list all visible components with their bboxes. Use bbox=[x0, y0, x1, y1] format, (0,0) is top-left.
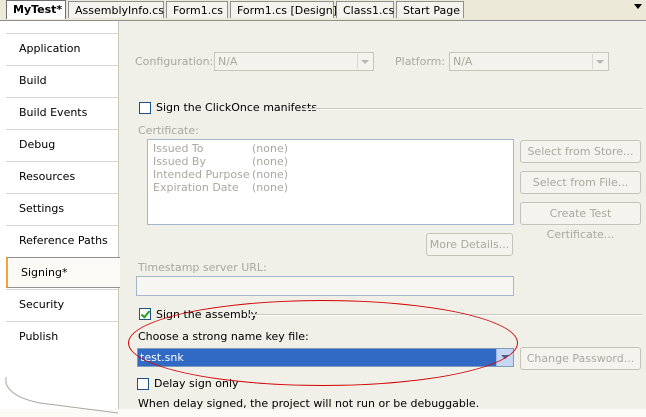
nav-item-settings[interactable]: Settings bbox=[6, 193, 118, 224]
configuration-select[interactable]: N/A bbox=[214, 52, 374, 71]
chevron-down-icon[interactable] bbox=[496, 349, 513, 366]
clickonce-separator bbox=[304, 108, 642, 110]
tab-form1[interactable]: Form1.cs bbox=[166, 1, 228, 18]
key-file-select[interactable]: test.snk bbox=[137, 348, 514, 367]
nav-item-build-events[interactable]: Build Events bbox=[6, 97, 118, 128]
platform-select[interactable]: N/A bbox=[449, 52, 609, 71]
key-file-value: test.snk bbox=[140, 351, 184, 364]
tab-start-page[interactable]: Start Page bbox=[396, 1, 464, 18]
nav-item-signing[interactable]: Signing* bbox=[6, 257, 120, 288]
configuration-label: Configuration: bbox=[135, 55, 214, 68]
clickonce-checkbox[interactable] bbox=[139, 102, 151, 114]
create-test-certificate-button[interactable]: Create Test Certificate... bbox=[520, 202, 641, 241]
chevron-down-icon bbox=[592, 54, 607, 69]
timestamp-label: Timestamp server URL: bbox=[138, 261, 267, 274]
change-password-button[interactable]: Change Password... bbox=[520, 347, 641, 370]
timestamp-url-input[interactable] bbox=[136, 276, 514, 296]
cert-value-intended-purpose: (none) bbox=[252, 168, 289, 181]
tab-class1[interactable]: Class1.cs bbox=[336, 1, 394, 18]
cert-value-expiration-date: (none) bbox=[252, 181, 289, 194]
cert-key-expiration-date: Expiration Date bbox=[153, 181, 239, 194]
nav-item-application[interactable]: Application bbox=[6, 33, 118, 64]
nav-item-build[interactable]: Build bbox=[6, 65, 118, 96]
clickonce-label: Sign the ClickOnce manifests bbox=[156, 101, 318, 114]
cert-value-issued-to: (none) bbox=[252, 142, 289, 155]
nav-bottom-curve bbox=[5, 377, 118, 414]
sign-assembly-separator bbox=[249, 314, 642, 316]
document-tab-strip: MyTest* AssemblyInfo.cs Form1.cs Form1.c… bbox=[0, 0, 646, 21]
cert-key-intended-purpose: Intended Purpose bbox=[153, 168, 250, 181]
platform-value: N/A bbox=[453, 55, 473, 68]
tab-assemblyinfo[interactable]: AssemblyInfo.cs bbox=[68, 1, 164, 18]
nav-item-reference-paths[interactable]: Reference Paths bbox=[6, 225, 118, 256]
tab-dropdown-icon[interactable] bbox=[634, 4, 642, 9]
sign-assembly-label: Sign the assembly bbox=[156, 308, 258, 321]
nav-item-debug[interactable]: Debug bbox=[6, 129, 118, 160]
sign-assembly-checkbox[interactable] bbox=[139, 308, 151, 320]
configuration-value: N/A bbox=[218, 55, 238, 68]
certificate-label: Certificate: bbox=[138, 124, 199, 137]
cert-value-issued-by: (none) bbox=[252, 155, 289, 168]
delay-sign-note: When delay signed, the project will not … bbox=[138, 397, 480, 410]
delay-sign-label: Delay sign only bbox=[154, 377, 239, 390]
select-from-file-button[interactable]: Select from File... bbox=[520, 171, 641, 194]
tab-form1-design[interactable]: Form1.cs [Design] bbox=[230, 1, 337, 18]
signing-page: Configuration: N/A Platform: N/A Sign th… bbox=[118, 21, 646, 410]
tab-mytest[interactable]: MyTest* bbox=[6, 0, 66, 19]
chevron-down-icon bbox=[357, 54, 372, 69]
select-from-store-button[interactable]: Select from Store... bbox=[520, 140, 641, 163]
more-details-button[interactable]: More Details... bbox=[426, 233, 513, 256]
nav-item-publish[interactable]: Publish bbox=[6, 321, 118, 352]
key-file-label: Choose a strong name key file: bbox=[138, 330, 309, 343]
cert-key-issued-by: Issued By bbox=[153, 155, 206, 168]
nav-item-security[interactable]: Security bbox=[6, 289, 118, 320]
certificate-details-box: Issued To (none) Issued By (none) Intend… bbox=[147, 139, 514, 225]
platform-label: Platform: bbox=[395, 55, 446, 68]
delay-sign-checkbox[interactable] bbox=[137, 378, 149, 390]
nav-item-resources[interactable]: Resources bbox=[6, 161, 118, 192]
property-pages-nav: Application Build Build Events Debug Res… bbox=[0, 21, 120, 414]
cert-key-issued-to: Issued To bbox=[153, 142, 204, 155]
